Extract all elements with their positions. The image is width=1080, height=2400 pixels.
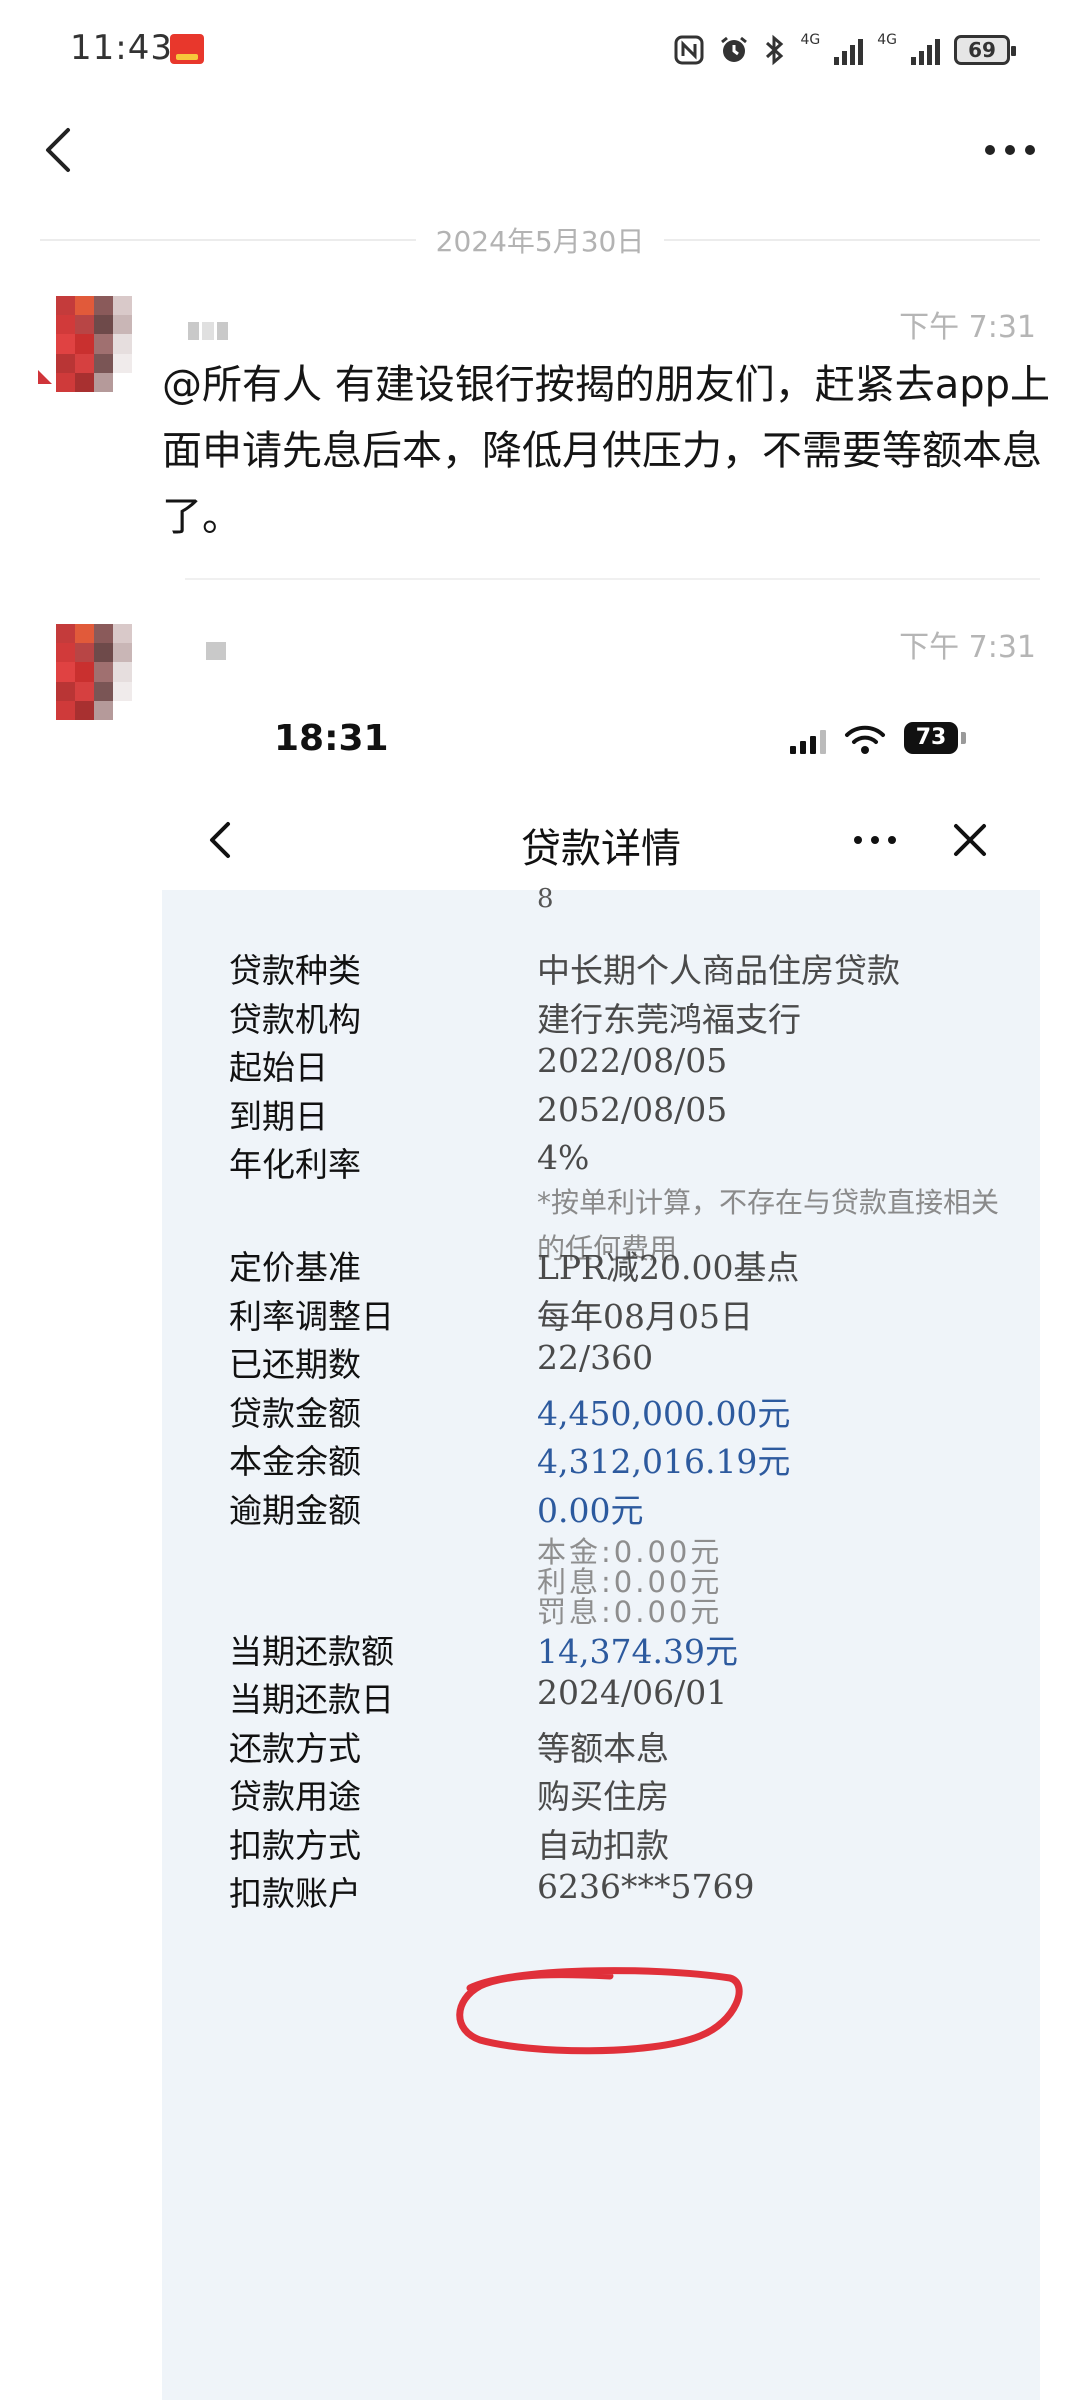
row-value: 2022/08/05 bbox=[537, 1041, 728, 1080]
row-value: LPR减20.00基点 bbox=[537, 1248, 800, 1287]
battery-icon: 73 bbox=[904, 722, 966, 754]
avatar[interactable] bbox=[56, 624, 132, 720]
row-label: 逾期金额 bbox=[229, 1491, 361, 1530]
row-label: 扣款方式 bbox=[229, 1826, 361, 1865]
row-label: 贷款金额 bbox=[229, 1394, 361, 1433]
row-value: 2024/06/01 bbox=[537, 1673, 728, 1712]
row-value: 22/360 bbox=[537, 1338, 654, 1377]
sender-name bbox=[206, 642, 226, 660]
row-value: 自动扣款 bbox=[537, 1826, 669, 1865]
screenshot-status-bar: 18:31 73 bbox=[162, 690, 1040, 790]
red-circle-annotation bbox=[456, 1967, 743, 2055]
row-value: 4,312,016.19元 bbox=[537, 1442, 791, 1481]
screenshot-time: 18:31 bbox=[274, 718, 389, 759]
signal-1-icon bbox=[834, 35, 864, 65]
more-dots-icon[interactable] bbox=[982, 132, 1038, 168]
status-bar: 11:43 4G 4G 69 bbox=[0, 0, 1080, 100]
message-time: 下午 7:31 bbox=[899, 310, 1036, 345]
row-label: 到期日 bbox=[229, 1097, 328, 1136]
row-label: 当期还款额 bbox=[229, 1632, 394, 1671]
avatar[interactable] bbox=[56, 296, 132, 392]
row-value: 14,374.39元 bbox=[537, 1632, 738, 1671]
red-marker-icon bbox=[38, 370, 52, 384]
chevron-left-icon[interactable] bbox=[36, 124, 86, 174]
row-label: 年化利率 bbox=[229, 1145, 361, 1184]
row-value: 每年08月05日 bbox=[537, 1297, 753, 1336]
row-label: 贷款机构 bbox=[229, 1000, 361, 1039]
row-value: 2052/08/05 bbox=[537, 1090, 728, 1129]
message-divider bbox=[185, 578, 1040, 580]
message-text[interactable]: @所有人 有建设银行按揭的朋友们，赶紧去app上面申请先息后本，降低月供压力，不… bbox=[162, 352, 1052, 550]
loan-detail-panel: 8 贷款种类 中长期个人商品住房贷款 贷款机构 建行东莞鸿福支行 起始日 202… bbox=[162, 884, 1040, 2400]
battery-icon: 69 bbox=[954, 35, 1016, 65]
wifi-icon bbox=[845, 725, 885, 754]
row-value: 购买住房 bbox=[537, 1777, 669, 1816]
chat-header bbox=[0, 110, 1080, 190]
row-label: 起始日 bbox=[229, 1048, 328, 1087]
row-label: 利率调整日 bbox=[229, 1297, 394, 1336]
row-label: 定价基准 bbox=[229, 1248, 361, 1287]
row-value: 4,450,000.00元 bbox=[537, 1394, 791, 1433]
row-label: 当期还款日 bbox=[229, 1680, 394, 1719]
row-label: 贷款用途 bbox=[229, 1777, 361, 1816]
date-text: 2024年5月30日 bbox=[435, 225, 645, 258]
app-notification-icon bbox=[170, 34, 204, 64]
close-icon bbox=[954, 824, 986, 856]
row-value: 等额本息 bbox=[537, 1729, 669, 1768]
network-type-1: 4G bbox=[800, 32, 821, 48]
more-dots-icon bbox=[854, 836, 896, 844]
signal-2-icon bbox=[911, 35, 940, 65]
row-label: 本金余额 bbox=[229, 1442, 361, 1481]
row-label: 还款方式 bbox=[229, 1729, 361, 1768]
message-time: 下午 7:31 bbox=[899, 630, 1036, 665]
status-icons: 4G 4G 69 bbox=[674, 30, 1016, 70]
row-label: 贷款种类 bbox=[229, 951, 361, 990]
row-label: 扣款账户 bbox=[229, 1874, 361, 1913]
row-value: 0.00元 bbox=[537, 1491, 644, 1530]
network-type-2: 4G bbox=[877, 32, 897, 48]
row-value: 中长期个人商品住房贷款 bbox=[537, 951, 900, 990]
alarm-icon bbox=[718, 33, 750, 67]
row-value: 4% bbox=[537, 1138, 590, 1177]
row-value: 6236***5769 bbox=[537, 1867, 755, 1906]
date-separator: 2024年5月30日 bbox=[40, 220, 1041, 260]
sender-name bbox=[188, 322, 228, 340]
status-time: 11:43 bbox=[70, 28, 173, 68]
cut-off-text: 8 bbox=[537, 884, 554, 914]
page-title: 贷款详情 bbox=[521, 826, 681, 872]
row-label: 已还期数 bbox=[229, 1345, 361, 1384]
row-value: 建行东莞鸿福支行 bbox=[537, 1000, 801, 1039]
nfc-icon bbox=[674, 33, 704, 67]
cellular-signal-icon bbox=[790, 730, 826, 754]
bluetooth-icon bbox=[764, 33, 786, 67]
screenshot-nav-bar: 贷款详情 bbox=[162, 790, 1040, 890]
shared-screenshot-image[interactable]: 18:31 73 贷款详情 8 贷款种类 中长期个人商品住房贷款 贷款机构 建行… bbox=[162, 690, 1040, 2400]
